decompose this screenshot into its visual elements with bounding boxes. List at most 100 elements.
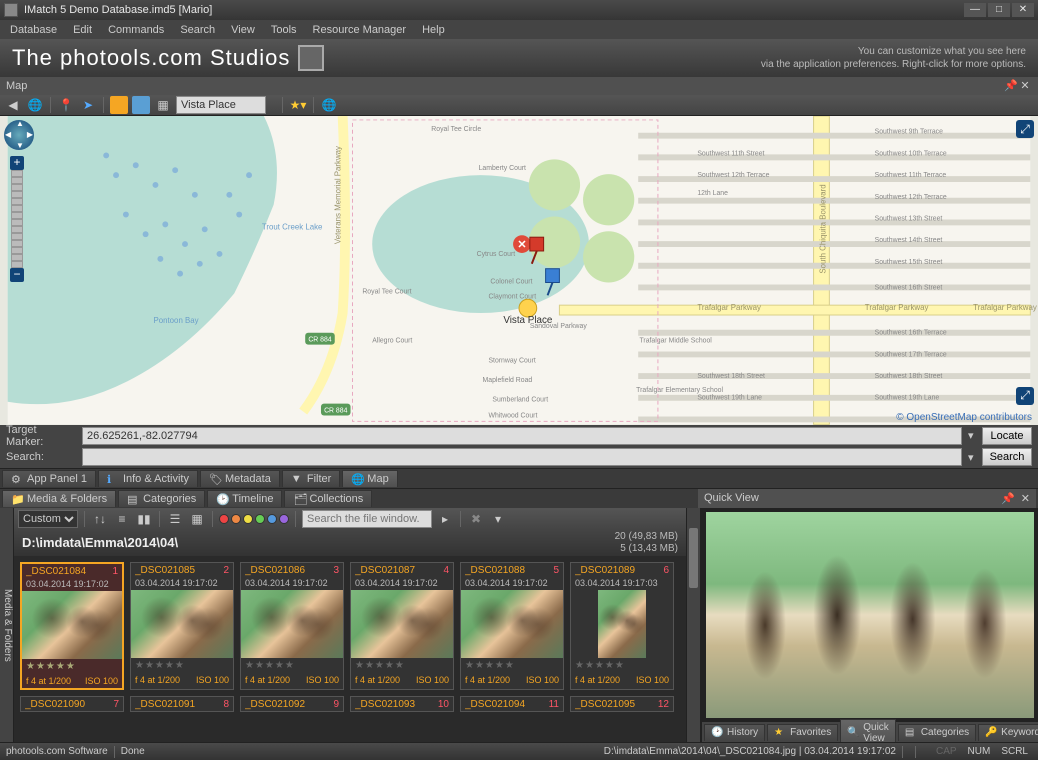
menu-commands[interactable]: Commands bbox=[100, 22, 172, 38]
tab-app-panel[interactable]: ⚙App Panel 1 bbox=[2, 470, 96, 487]
grid-icon[interactable]: ▦ bbox=[154, 96, 172, 114]
dot-green-icon[interactable] bbox=[255, 514, 265, 524]
file-search-input[interactable] bbox=[302, 510, 432, 528]
favorite-icon[interactable]: ★▾ bbox=[289, 96, 307, 114]
thumb-rating[interactable]: ★★★★★ bbox=[351, 658, 453, 673]
tab-collections[interactable]: 🗂Collections bbox=[284, 490, 372, 507]
layer-b-icon[interactable] bbox=[132, 96, 150, 114]
thumb-rating[interactable]: ★★★★★ bbox=[461, 658, 563, 673]
expand-bottom-right-icon[interactable]: ⤢ bbox=[1016, 387, 1034, 405]
separator bbox=[282, 97, 283, 113]
zoom-out-button[interactable]: − bbox=[10, 268, 24, 282]
nav-wheel[interactable]: ▲ ▼ ▶ ◀ bbox=[4, 120, 34, 150]
dot-orange-icon[interactable] bbox=[231, 514, 241, 524]
thumbnail[interactable]: _DSC021086303.04.2014 19:17:02★★★★★f 4 a… bbox=[240, 562, 344, 690]
direction-icon[interactable]: ➤ bbox=[79, 96, 97, 114]
thumbnail[interactable]: _DSC021085203.04.2014 19:17:02★★★★★f 4 a… bbox=[130, 562, 234, 690]
pan-south-icon[interactable]: ▼ bbox=[16, 141, 24, 150]
layout-select[interactable]: Custom bbox=[18, 510, 78, 528]
view-list-icon[interactable]: ☰ bbox=[166, 510, 184, 528]
globe2-icon[interactable]: 🌐 bbox=[320, 96, 338, 114]
pin-icon[interactable]: 📌 bbox=[1004, 79, 1018, 92]
qvtab-favorites[interactable]: ★Favorites bbox=[767, 724, 838, 741]
thumb-size-icon[interactable]: ▮▮ bbox=[135, 510, 153, 528]
clear-icon[interactable]: ✖ bbox=[467, 510, 485, 528]
tab-metadata[interactable]: 🏷Metadata bbox=[200, 470, 280, 487]
side-tab-media-folders[interactable]: Media & Folders bbox=[0, 508, 14, 742]
osm-link[interactable]: OpenStreetMap bbox=[906, 412, 977, 423]
thumb-rating[interactable]: ★★★★★ bbox=[131, 658, 233, 673]
thumbnail[interactable]: _DSC02109512 bbox=[570, 696, 674, 712]
map-canvas[interactable]: CR 884 CR 884 Pontoon Bay Trout Creek La… bbox=[0, 116, 1038, 424]
dot-blue-icon[interactable] bbox=[267, 514, 277, 524]
pin-icon[interactable]: 📌 bbox=[1001, 492, 1015, 505]
svg-text:CR 884: CR 884 bbox=[308, 337, 331, 344]
menu-help[interactable]: Help bbox=[414, 22, 453, 38]
map-search-input[interactable] bbox=[176, 96, 266, 114]
menu-database[interactable]: Database bbox=[2, 22, 65, 38]
expand-top-right-icon[interactable]: ⤢ bbox=[1016, 120, 1034, 138]
pan-east-icon[interactable]: ▶ bbox=[27, 130, 33, 139]
thumbnail[interactable]: _DSC02109411 bbox=[460, 696, 564, 712]
search-button[interactable]: Search bbox=[982, 448, 1032, 466]
menu-resource-manager[interactable]: Resource Manager bbox=[305, 22, 415, 38]
tab-categories[interactable]: ▤Categories bbox=[118, 490, 205, 507]
quickview-image-area[interactable] bbox=[702, 508, 1038, 722]
thumbnail[interactable]: _DSC02109310 bbox=[350, 696, 454, 712]
back-icon[interactable]: ◀ bbox=[4, 96, 22, 114]
view-grid-icon[interactable]: ▦ bbox=[188, 510, 206, 528]
map-search-field[interactable] bbox=[82, 448, 962, 466]
menu-search[interactable]: Search bbox=[172, 22, 223, 38]
qvtab-keywords[interactable]: 🔑Keywords bbox=[978, 724, 1038, 741]
thumbnail[interactable]: _DSC0210907 bbox=[20, 696, 124, 712]
sort-asc-icon[interactable]: ↑↓ bbox=[91, 510, 109, 528]
dot-red-icon[interactable] bbox=[219, 514, 229, 524]
thumbnail[interactable]: _DSC021089603.04.2014 19:17:03★★★★★f 4 a… bbox=[570, 562, 674, 690]
zoom-in-button[interactable]: + bbox=[10, 156, 24, 170]
status-filepath: D:\imdata\Emma\2014\04\_DSC021084.jpg | … bbox=[604, 746, 896, 757]
dropdown-icon[interactable]: ▾ bbox=[489, 510, 507, 528]
tab-timeline[interactable]: 🕑Timeline bbox=[207, 490, 282, 507]
layer-a-icon[interactable] bbox=[110, 96, 128, 114]
search-go-icon[interactable]: ▸ bbox=[436, 510, 454, 528]
color-label-dots[interactable] bbox=[219, 514, 289, 524]
menu-tools[interactable]: Tools bbox=[263, 22, 305, 38]
place-marker-icon[interactable]: 📍 bbox=[57, 96, 75, 114]
globe-icon[interactable]: 🌐 bbox=[26, 96, 44, 114]
qvtab-categories[interactable]: ▤Categories bbox=[898, 724, 976, 741]
close-icon[interactable]: ✕ bbox=[1018, 79, 1032, 92]
browser-scrollbar[interactable] bbox=[686, 508, 700, 742]
pan-west-icon[interactable]: ◀ bbox=[5, 130, 11, 139]
thumb-rating[interactable]: ★★★★★ bbox=[241, 658, 343, 673]
close-icon[interactable]: ✕ bbox=[1021, 492, 1030, 505]
maximize-button[interactable]: □ bbox=[988, 3, 1010, 17]
thumbnail[interactable]: _DSC021087403.04.2014 19:17:02★★★★★f 4 a… bbox=[350, 562, 454, 690]
pan-north-icon[interactable]: ▲ bbox=[16, 119, 24, 128]
tab-filter[interactable]: ▼Filter bbox=[282, 470, 340, 487]
target-marker-input[interactable] bbox=[82, 427, 962, 445]
thumbnail[interactable]: _DSC021084103.04.2014 19:17:02★★★★★f 4 a… bbox=[20, 562, 124, 690]
thumbnail[interactable]: _DSC021088503.04.2014 19:17:02★★★★★f 4 a… bbox=[460, 562, 564, 690]
brand-tip1: You can customize what you see here bbox=[761, 45, 1026, 58]
thumbnail[interactable]: _DSC0210929 bbox=[240, 696, 344, 712]
qvtab-history[interactable]: 🕑History bbox=[704, 724, 765, 741]
zoom-slider[interactable]: + − bbox=[12, 156, 22, 282]
bars-icon[interactable]: ≡ bbox=[113, 510, 131, 528]
thumbnail[interactable]: _DSC0210918 bbox=[130, 696, 234, 712]
menu-view[interactable]: View bbox=[223, 22, 263, 38]
dot-yellow-icon[interactable] bbox=[243, 514, 253, 524]
scrollbar-thumb[interactable] bbox=[689, 528, 698, 588]
locate-button[interactable]: Locate bbox=[982, 427, 1032, 445]
tab-media-folders[interactable]: 📁Media & Folders bbox=[2, 490, 116, 507]
tab-info-activity[interactable]: ℹInfo & Activity bbox=[98, 470, 198, 487]
thumb-rating[interactable]: ★★★★★ bbox=[22, 659, 122, 674]
menu-edit[interactable]: Edit bbox=[65, 22, 100, 38]
svg-text:South Chiquita Boulevard: South Chiquita Boulevard bbox=[818, 185, 827, 274]
tab-map[interactable]: 🌐Map bbox=[342, 470, 397, 487]
dot-purple-icon[interactable] bbox=[279, 514, 289, 524]
thumb-filename: _DSC021084 bbox=[26, 566, 112, 577]
minimize-button[interactable]: — bbox=[964, 3, 986, 17]
info-icon: ℹ bbox=[107, 473, 119, 485]
thumb-rating[interactable]: ★★★★★ bbox=[571, 658, 673, 673]
close-button[interactable]: ✕ bbox=[1012, 3, 1034, 17]
